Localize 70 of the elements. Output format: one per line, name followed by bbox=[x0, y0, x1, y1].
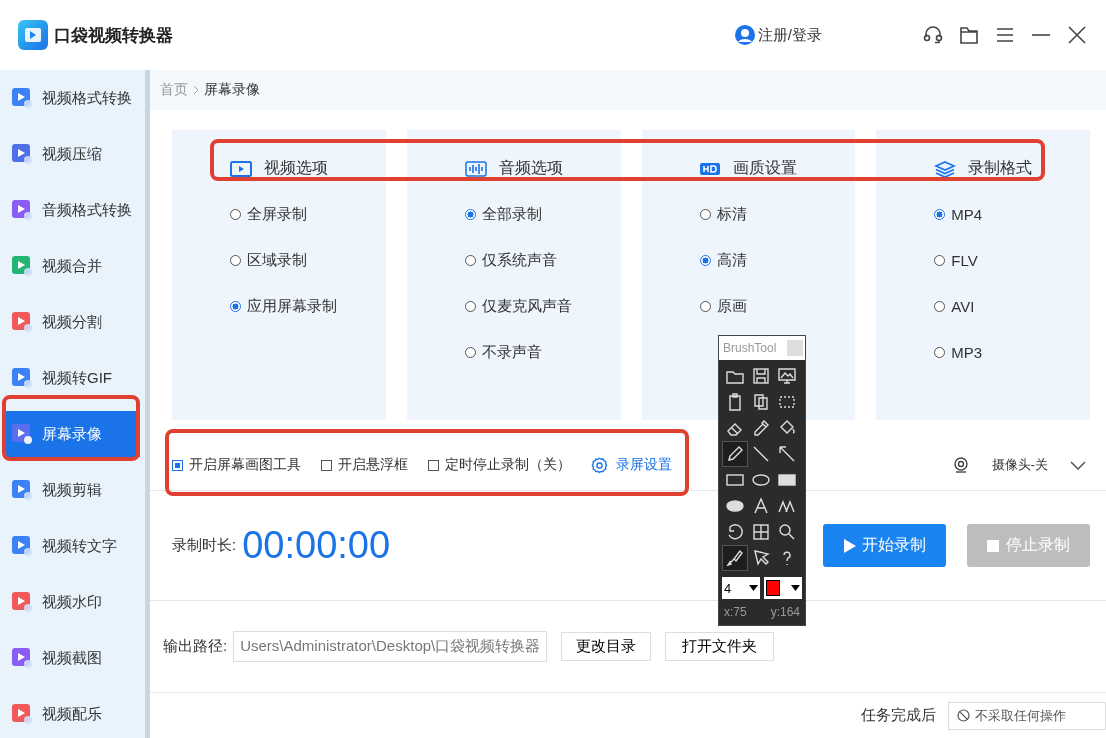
headset-icon[interactable] bbox=[922, 24, 944, 46]
radio-option[interactable]: 应用屏幕录制 bbox=[230, 285, 386, 327]
dropdown-arrow-icon bbox=[791, 585, 800, 591]
video-icon bbox=[229, 159, 252, 178]
size-dropdown[interactable]: 4 bbox=[722, 577, 760, 599]
layers-icon bbox=[934, 159, 957, 178]
close-icon[interactable] bbox=[1066, 24, 1088, 46]
sidebar-item[interactable]: 视频配乐 bbox=[5, 686, 140, 738]
checkbox-option[interactable]: 开启屏幕画图工具 bbox=[172, 456, 301, 474]
radio-option[interactable]: 全部录制 bbox=[464, 193, 621, 235]
sidebar-item[interactable]: 视频分割 bbox=[5, 294, 140, 350]
radio-option[interactable]: 原画 bbox=[699, 285, 856, 327]
radio-option[interactable]: MP3 bbox=[934, 331, 1090, 373]
sidebar-item[interactable]: 视频合并 bbox=[5, 238, 140, 294]
output-path-label: 输出路径: bbox=[163, 637, 228, 656]
app-title: 口袋视频转换器 bbox=[54, 24, 173, 47]
login-link[interactable]: 注册/登录 bbox=[734, 25, 822, 45]
chevron-icon bbox=[192, 85, 200, 95]
brush-icon[interactable] bbox=[722, 545, 748, 571]
palette-title: BrushTool bbox=[723, 341, 777, 355]
breadcrumb-current: 屏幕录像 bbox=[204, 81, 260, 99]
duration-value: 00:00:00 bbox=[242, 524, 391, 567]
sidebar-item[interactable]: 视频水印 bbox=[5, 574, 140, 630]
radio-option[interactable]: 全屏录制 bbox=[230, 193, 386, 235]
folder-icon[interactable] bbox=[958, 24, 980, 46]
settings-icon bbox=[591, 456, 608, 474]
folder-button[interactable]: 打开文件夹 bbox=[665, 632, 775, 661]
y-coordinate: y:164 bbox=[770, 605, 800, 619]
chevron-down-icon[interactable] bbox=[1070, 460, 1086, 470]
camera-status[interactable]: 摄像头-关 bbox=[991, 456, 1048, 474]
sidebar-item[interactable]: 视频转GIF bbox=[5, 350, 140, 406]
pencil-icon[interactable] bbox=[722, 441, 748, 467]
sidebar-item[interactable]: 视频剪辑 bbox=[5, 462, 140, 518]
after-task-dropdown[interactable]: 不采取任何操作 bbox=[948, 701, 1106, 730]
waveform-icon bbox=[464, 159, 487, 178]
radio-option[interactable]: FLV bbox=[934, 239, 1090, 281]
radio-option[interactable]: 不录声音 bbox=[464, 331, 621, 373]
avatar-icon bbox=[734, 25, 755, 45]
dropdown-arrow-icon bbox=[749, 585, 758, 591]
record-button[interactable]: 开始录制 bbox=[823, 524, 946, 567]
sidebar-item[interactable]: 视频截图 bbox=[5, 630, 140, 686]
sidebar-item[interactable]: 视频压缩 bbox=[5, 126, 140, 182]
checkbox-option[interactable]: 定时停止录制（关） bbox=[428, 456, 571, 474]
sidebar-item[interactable]: 视频转文字 bbox=[5, 518, 140, 574]
radio-option[interactable]: 高清 bbox=[699, 239, 856, 281]
x-coordinate: x:75 bbox=[724, 605, 747, 619]
panel-title: 视频选项 bbox=[263, 158, 328, 178]
sidebar-item[interactable]: 视频格式转换 bbox=[5, 70, 140, 126]
webcam-icon bbox=[951, 456, 970, 474]
stop-icon bbox=[987, 538, 1000, 553]
radio-option[interactable]: 仅麦克风声音 bbox=[464, 285, 621, 327]
app-logo-icon bbox=[18, 20, 48, 50]
play-icon bbox=[843, 538, 856, 553]
panel-title: 音频选项 bbox=[498, 158, 563, 178]
duration-label: 录制时长: bbox=[172, 536, 237, 555]
radio-option[interactable]: 标清 bbox=[699, 193, 856, 235]
panel-title: 画质设置 bbox=[733, 158, 798, 178]
checkbox-option[interactable]: 开启悬浮框 bbox=[321, 456, 408, 474]
color-dropdown[interactable] bbox=[764, 577, 802, 599]
radio-option[interactable]: MP4 bbox=[934, 193, 1090, 235]
radio-option[interactable]: 区域录制 bbox=[230, 239, 386, 281]
radio-option[interactable]: AVI bbox=[934, 285, 1090, 327]
radio-option[interactable]: 仅系统声音 bbox=[464, 239, 621, 281]
sidebar-item[interactable]: 音频格式转换 bbox=[5, 182, 140, 238]
ban-icon bbox=[957, 709, 970, 722]
path-field[interactable]: Users\Administrator\Desktop\口袋视频转换器 bbox=[233, 631, 548, 662]
folder-button[interactable]: 更改目录 bbox=[561, 632, 652, 661]
after-task-label: 任务完成后 bbox=[861, 706, 936, 725]
settings-link[interactable]: 录屏设置 bbox=[591, 456, 672, 474]
panel-title: 录制格式 bbox=[968, 158, 1033, 178]
